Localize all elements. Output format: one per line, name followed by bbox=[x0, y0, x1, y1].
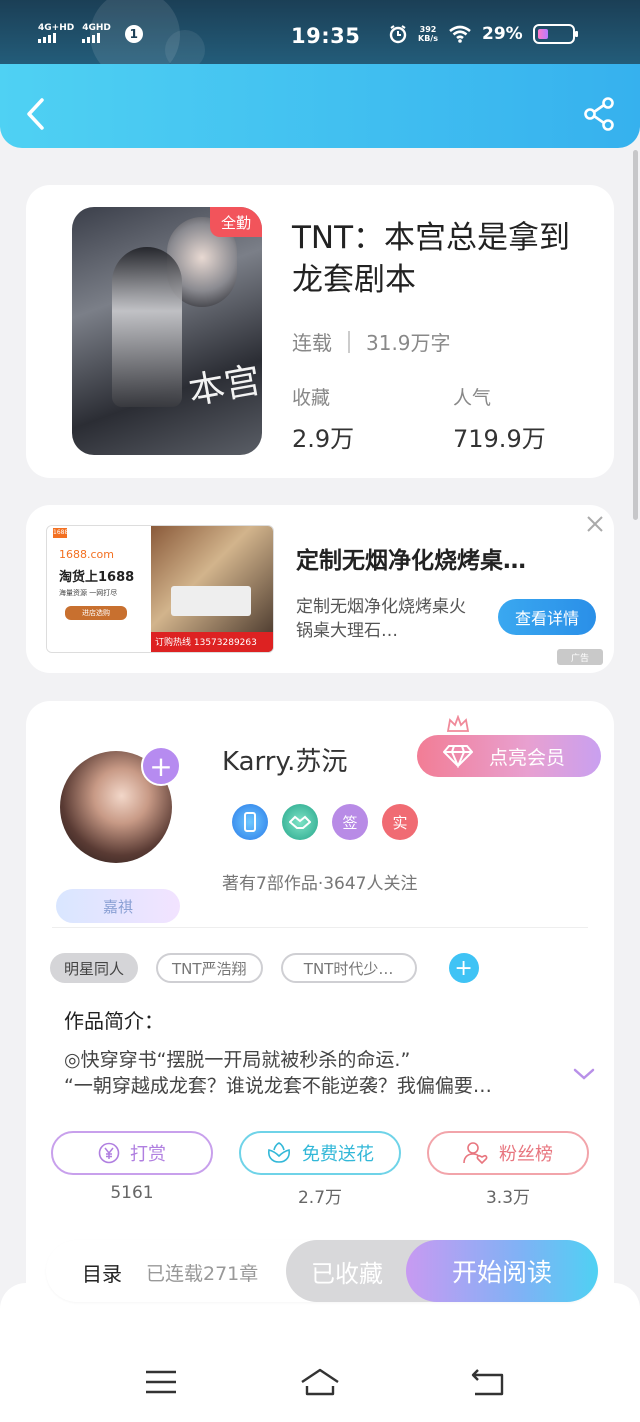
send-flower-button[interactable]: 免费送花 bbox=[239, 1131, 401, 1175]
ad-product-shape bbox=[171, 586, 251, 616]
reward-button[interactable]: 打赏 bbox=[51, 1131, 213, 1175]
yen-icon bbox=[98, 1142, 120, 1164]
add-tag-button[interactable]: + bbox=[448, 953, 479, 983]
word-count: 31.9万字 bbox=[366, 331, 451, 355]
flower-label: 免费送花 bbox=[302, 1144, 374, 1165]
diamond-icon bbox=[443, 745, 473, 768]
follow-plus-button[interactable]: + bbox=[141, 746, 181, 786]
intro-line: “一朝穿越成龙套？谁说龙套不能逆袭？我偏偏要… bbox=[64, 1075, 492, 1097]
share-icon[interactable] bbox=[582, 96, 616, 132]
chapter-count[interactable]: 已连载271章 bbox=[146, 1259, 258, 1286]
reward-label: 打赏 bbox=[130, 1144, 166, 1165]
collected-label: 已收藏 bbox=[311, 1259, 383, 1288]
scrollbar[interactable] bbox=[633, 150, 638, 520]
flower-icon bbox=[268, 1142, 290, 1163]
ad-image-text: 海量资源 一网打尽 bbox=[59, 589, 118, 597]
ad-image-text: 订购热线 13573289263 bbox=[151, 632, 273, 652]
ad-card[interactable]: 1688 1688.com 淘货上1688 海量资源 一网打尽 进店选购 订购热… bbox=[26, 505, 614, 673]
battery-level bbox=[537, 29, 548, 39]
signal-2: 4GHD bbox=[82, 24, 111, 43]
ad-details-button[interactable]: 查看详情 bbox=[498, 599, 596, 635]
user-heart-icon bbox=[463, 1142, 488, 1165]
intro-line: ◎快穿穿书“摆脱一开局就被秒杀的命运.” bbox=[64, 1049, 411, 1071]
battery-percent: 29% bbox=[481, 24, 523, 44]
status-icons: 392 KB/s 29% bbox=[388, 24, 578, 44]
book-status: 连载 bbox=[292, 331, 332, 355]
author-stats: 著有7部作品·3647人关注 bbox=[222, 874, 418, 894]
tag-row: 明星同人 TNT严浩翔 TNT时代少… + bbox=[50, 953, 479, 983]
sim-badge: 1 bbox=[124, 24, 143, 43]
ad-image-text: 1688.com bbox=[59, 548, 114, 561]
fan-ranking-button[interactable]: 粉丝榜 bbox=[427, 1131, 589, 1175]
network-type-1: 4G+HD bbox=[38, 23, 75, 33]
vip-button[interactable]: 点亮会员 bbox=[417, 735, 601, 777]
handshake-badge-icon[interactable] bbox=[282, 804, 318, 840]
network-indicators: 4G+HD 4GHD 1 bbox=[38, 24, 143, 43]
author-name[interactable]: Karry.苏沅 bbox=[222, 741, 347, 778]
menu-icon[interactable] bbox=[141, 1362, 181, 1402]
popularity-label: 人气 bbox=[453, 387, 492, 409]
speed-unit: KB/s bbox=[418, 34, 438, 43]
signal-1: 4G+HD bbox=[38, 24, 74, 43]
signed-badge[interactable]: 签 bbox=[332, 804, 368, 840]
clock: 19:35 bbox=[291, 24, 361, 48]
phone-badge-icon[interactable] bbox=[232, 804, 268, 840]
tag[interactable]: TNT严浩翔 bbox=[156, 953, 263, 983]
reward-count: 5161 bbox=[110, 1183, 154, 1203]
network-speed: 392 KB/s bbox=[418, 25, 438, 43]
ad-image-text: 进店选购 bbox=[65, 606, 127, 620]
ad-image-text: 淘货上1688 bbox=[59, 570, 135, 585]
back-icon[interactable] bbox=[468, 1362, 508, 1402]
signal-bars-icon bbox=[82, 33, 101, 43]
book-cover[interactable]: 本宫 全勤 bbox=[72, 207, 262, 455]
reading-action-bar: 目录 已连载271章 已收藏 开始阅读 bbox=[46, 1240, 598, 1302]
battery-icon bbox=[532, 24, 578, 44]
favorites-value: 2.9万 bbox=[292, 425, 355, 453]
close-icon[interactable] bbox=[584, 513, 606, 535]
cover-calligraphy: 本宫 bbox=[185, 360, 262, 413]
chevron-down-icon[interactable] bbox=[572, 1066, 596, 1082]
ad-mark: 广告 bbox=[557, 649, 603, 665]
start-reading-button[interactable]: 开始阅读 bbox=[406, 1240, 598, 1302]
vip-label: 点亮会员 bbox=[489, 746, 566, 769]
tag[interactable]: 明星同人 bbox=[50, 953, 139, 983]
book-title: TNT：本宫总是拿到龙套剧本 bbox=[292, 220, 571, 298]
book-meta: 连载 31.9万字 bbox=[292, 327, 451, 356]
toc-button[interactable]: 目录 bbox=[82, 1258, 122, 1287]
wifi-icon bbox=[449, 25, 471, 43]
ad-title[interactable]: 定制无烟净化烧烤桌… bbox=[296, 541, 526, 575]
signal-bars-icon bbox=[38, 33, 56, 43]
speed-value: 392 bbox=[419, 25, 437, 34]
fans-count: 3.3万 bbox=[485, 1188, 531, 1208]
popularity-value: 719.9万 bbox=[453, 425, 546, 453]
name-tag: 嘉祺 bbox=[56, 889, 180, 923]
tag[interactable]: TNT时代少… bbox=[280, 953, 417, 983]
status-bar: 4G+HD 4GHD 1 19:35 392 KB/s 29% bbox=[0, 0, 640, 80]
handshake-icon bbox=[289, 815, 311, 829]
intro-title: 作品简介： bbox=[64, 1009, 164, 1033]
verified-badge[interactable]: 实 bbox=[382, 804, 418, 840]
ad-image[interactable]: 1688 1688.com 淘货上1688 海量资源 一网打尽 进店选购 订购热… bbox=[46, 525, 274, 653]
top-header bbox=[0, 64, 640, 148]
ad-logo: 1688 bbox=[53, 528, 69, 538]
ad-image-right: 订购热线 13573289263 bbox=[151, 526, 273, 652]
ad-description: 定制无烟净化烧烤桌火锅桌大理石… bbox=[296, 597, 466, 641]
favorites-label: 收藏 bbox=[292, 387, 331, 409]
phone-icon bbox=[244, 812, 256, 832]
book-info-card: 本宫 全勤 TNT：本宫总是拿到龙套剧本 连载 31.9万字 收藏 2.9万 人… bbox=[26, 185, 614, 478]
intro-text[interactable]: ◎快穿穿书“摆脱一开局就被秒杀的命运.” “一朝穿越成龙套？谁说龙套不能逆袭？我… bbox=[64, 1047, 554, 1099]
home-icon[interactable] bbox=[300, 1362, 340, 1402]
flower-count: 2.7万 bbox=[297, 1188, 343, 1208]
alarm-icon bbox=[389, 25, 407, 44]
divider bbox=[52, 927, 588, 928]
network-type-2: 4GHD bbox=[82, 23, 111, 33]
cover-figure bbox=[112, 247, 182, 407]
ad-image-left: 1688 1688.com 淘货上1688 海量资源 一网打尽 进店选购 bbox=[47, 526, 151, 652]
author-badges: 签 实 bbox=[232, 804, 418, 840]
cover-badge: 全勤 bbox=[210, 207, 262, 237]
crown-icon bbox=[446, 715, 470, 732]
fans-label: 粉丝榜 bbox=[499, 1144, 553, 1165]
divider bbox=[348, 330, 350, 353]
back-button[interactable] bbox=[22, 96, 50, 132]
